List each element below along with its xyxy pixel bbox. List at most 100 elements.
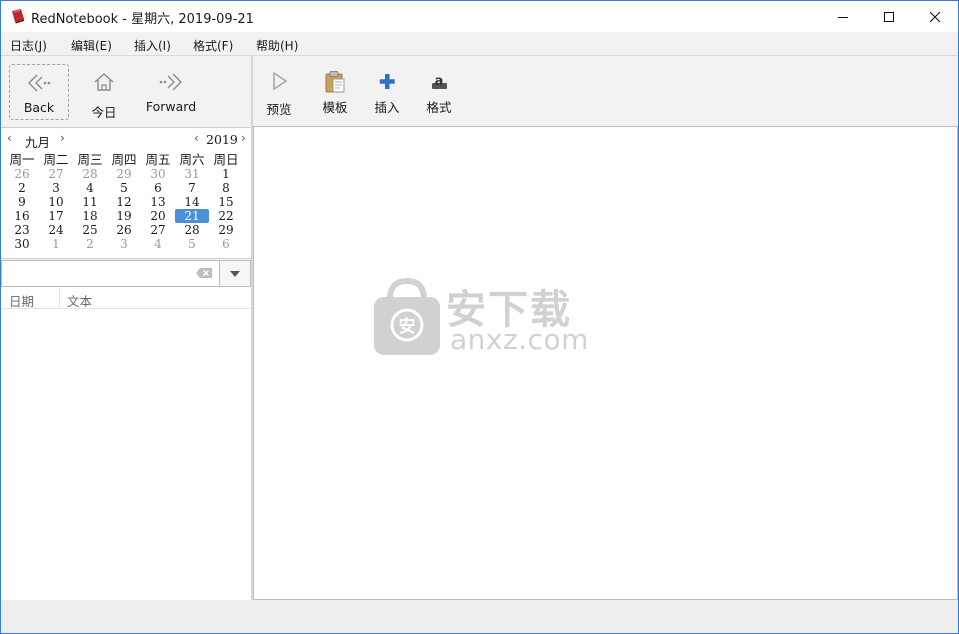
calendar-day[interactable]: 17 [39, 209, 73, 223]
editor-area[interactable]: 安 安下载 anxz.com [253, 126, 958, 600]
close-button[interactable] [912, 1, 958, 32]
calendar-day[interactable]: 5 [107, 181, 141, 195]
template-button[interactable]: 模板 [313, 66, 357, 118]
search-combo [1, 260, 251, 287]
backspace-clear-icon [196, 268, 212, 278]
calendar-day[interactable]: 3 [107, 237, 141, 251]
format-button[interactable]: a 格式 [417, 66, 461, 118]
calendar-day[interactable]: 4 [73, 181, 107, 195]
calendar-day[interactable]: 3 [39, 181, 73, 195]
calendar-day[interactable]: 23 [5, 223, 39, 237]
calendar-day[interactable]: 7 [175, 181, 209, 195]
calendar-day[interactable]: 22 [209, 209, 243, 223]
prev-year-button[interactable]: ‹ [194, 131, 199, 145]
preview-label: 预览 [266, 102, 292, 117]
calendar-day[interactable]: 10 [39, 195, 73, 209]
calendar-day[interactable]: 27 [39, 167, 73, 181]
search-dropdown-button[interactable] [219, 261, 250, 286]
maximize-button[interactable] [866, 1, 912, 32]
calendar-day[interactable]: 11 [73, 195, 107, 209]
calendar-day[interactable]: 1 [39, 237, 73, 251]
title-bar: RedNotebook - 星期六, 2019-09-21 [1, 1, 958, 32]
calendar-day[interactable]: 6 [209, 237, 243, 251]
next-month-button[interactable]: › [60, 131, 65, 145]
search-results-list: 日期 文本 [1, 287, 251, 600]
status-bar [1, 600, 958, 633]
window-title: RedNotebook - 星期六, 2019-09-21 [31, 12, 254, 27]
column-header-text[interactable]: 文本 [67, 291, 92, 310]
calendar-day[interactable]: 8 [209, 181, 243, 195]
back-arrow-icon [28, 74, 51, 92]
calendar-day[interactable]: 12 [107, 195, 141, 209]
weekday-label: 周二 [43, 152, 69, 167]
prev-month-button[interactable]: ‹ [7, 131, 12, 145]
shopping-bag-logo-icon: 安 [374, 277, 440, 355]
calendar-day[interactable]: 2 [73, 237, 107, 251]
preview-button[interactable]: 预览 [257, 66, 301, 118]
calendar-day[interactable]: 31 [175, 167, 209, 181]
watermark-domain: anxz.com [450, 323, 589, 356]
clipboard-icon [325, 71, 345, 93]
column-divider[interactable] [59, 289, 60, 307]
menu-journal[interactable]: 日志(J) [10, 37, 47, 54]
close-icon [929, 11, 941, 22]
calendar-day[interactable]: 18 [73, 209, 107, 223]
weekday-label: 周五 [145, 152, 171, 167]
insert-button[interactable]: 插入 [365, 66, 409, 118]
calendar-day[interactable]: 14 [175, 195, 209, 209]
calendar-day[interactable]: 20 [141, 209, 175, 223]
template-label: 模板 [322, 100, 348, 115]
calendar-month: 九月 [25, 135, 51, 150]
calendar-day[interactable]: 4 [141, 237, 175, 251]
play-icon [273, 71, 288, 91]
menu-help[interactable]: 帮助(H) [256, 37, 298, 54]
watermark: 安 安下载 anxz.com [372, 275, 592, 359]
calendar-day[interactable]: 28 [175, 223, 209, 237]
weekday-label: 周四 [111, 152, 137, 167]
calendar-day[interactable]: 5 [175, 237, 209, 251]
weekday-header-row: 周一 周二 周三 周四 周五 周六 周日 [5, 153, 245, 167]
calendar-day[interactable]: 1 [209, 167, 243, 181]
menu-format[interactable]: 格式(F) [193, 37, 233, 54]
calendar-day[interactable]: 26 [5, 167, 39, 181]
search-input[interactable] [4, 263, 184, 283]
calendar-day[interactable]: 28 [73, 167, 107, 181]
maximize-icon [884, 11, 894, 22]
calendar-day[interactable]: 25 [73, 223, 107, 237]
clear-search-button[interactable] [195, 267, 213, 282]
calendar-day[interactable]: 9 [5, 195, 39, 209]
calendar-week-row: 9 10 11 12 13 14 15 [5, 195, 245, 209]
minimize-button[interactable] [820, 1, 866, 32]
calendar-day[interactable]: 26 [107, 223, 141, 237]
calendar-day[interactable]: 29 [209, 223, 243, 237]
app-window: RedNotebook - 星期六, 2019-09-21 日志(J) 编辑(E… [0, 0, 959, 634]
calendar-day-selected[interactable]: 21 [175, 209, 209, 223]
home-icon [94, 73, 114, 91]
calendar-grid: 周一 周二 周三 周四 周五 周六 周日 26 27 28 29 30 31 1 2 3 4 5 6 7 8 9 10 11 1… [5, 153, 245, 252]
calendar-day[interactable]: 24 [39, 223, 73, 237]
column-header-date[interactable]: 日期 [9, 291, 34, 310]
calendar-week-row: 23 24 25 26 27 28 29 [5, 223, 245, 237]
format-icon: a [432, 74, 447, 89]
calendar-day[interactable]: 6 [141, 181, 175, 195]
calendar-day[interactable]: 2 [5, 181, 39, 195]
calendar-day[interactable]: 29 [107, 167, 141, 181]
calendar-day[interactable]: 16 [5, 209, 39, 223]
next-year-button[interactable]: › [241, 131, 246, 145]
today-button[interactable]: 今日 [75, 64, 133, 120]
forward-button[interactable]: Forward [139, 64, 203, 120]
calendar-day[interactable]: 13 [141, 195, 175, 209]
menu-edit[interactable]: 编辑(E) [71, 37, 112, 54]
calendar-day[interactable]: 30 [5, 237, 39, 251]
weekday-label: 周三 [77, 152, 103, 167]
svg-text:安: 安 [399, 316, 416, 337]
calendar-day[interactable]: 30 [141, 167, 175, 181]
weekday-label: 周一 [9, 152, 35, 167]
calendar-day[interactable]: 27 [141, 223, 175, 237]
forward-arrow-icon [159, 73, 182, 91]
back-button[interactable]: Back [9, 64, 69, 120]
calendar-day[interactable]: 19 [107, 209, 141, 223]
menu-insert[interactable]: 插入(I) [134, 37, 171, 54]
calendar-day[interactable]: 15 [209, 195, 243, 209]
rednotebook-icon [12, 9, 24, 24]
